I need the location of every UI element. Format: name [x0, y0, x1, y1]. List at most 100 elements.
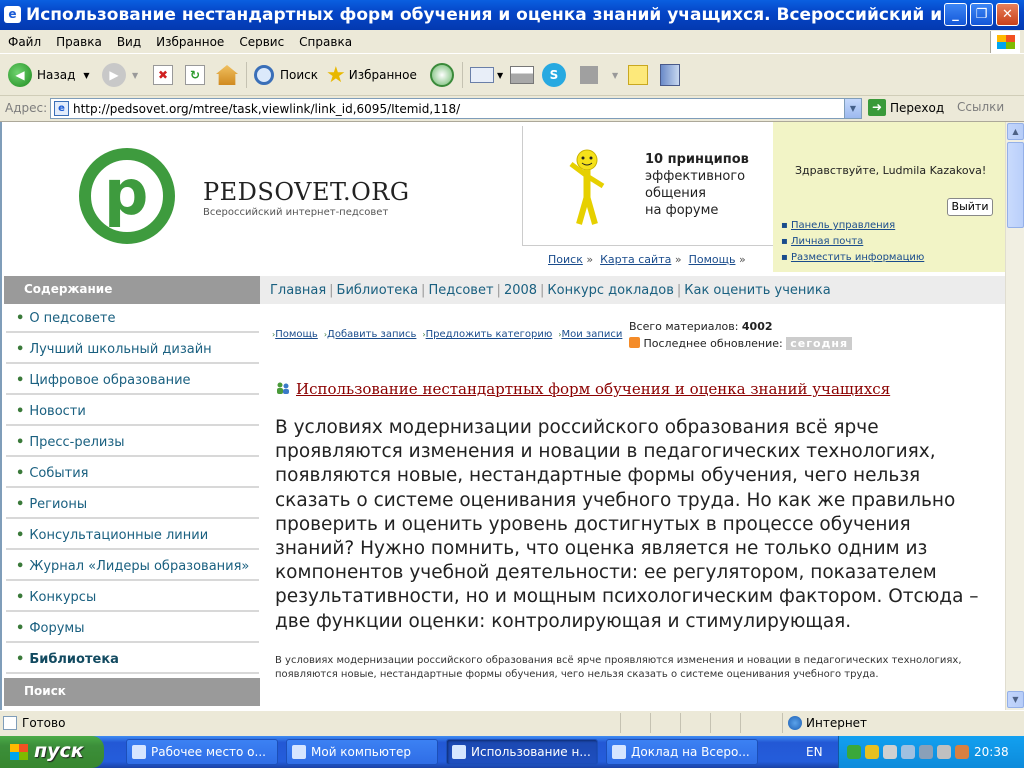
windows-logo-icon — [990, 31, 1020, 53]
close-button[interactable]: ✕ — [996, 3, 1019, 26]
start-button[interactable]: пуск — [0, 736, 104, 768]
tray-icon-1[interactable] — [847, 745, 861, 759]
tray-icon-3[interactable] — [883, 745, 897, 759]
go-arrow-icon: ➜ — [868, 99, 886, 116]
forward-button[interactable]: ▶ ▼ — [102, 62, 138, 88]
nav-item-library[interactable]: • Библиотека — [6, 645, 259, 674]
crumb-how-to-grade[interactable]: Как оценить ученика — [684, 283, 830, 298]
volume-icon[interactable] — [919, 745, 933, 759]
search-button[interactable]: Поиск — [254, 62, 318, 88]
users-icon — [277, 382, 289, 394]
crumb-pedsovet[interactable]: Педсовет — [428, 283, 493, 298]
nav-item-press-releases[interactable]: • Пресс-релизы — [6, 428, 259, 457]
menu-help[interactable]: Справка — [291, 30, 359, 49]
crumb-2008[interactable]: 2008 — [504, 283, 537, 298]
menu-edit[interactable]: Правка — [48, 30, 109, 49]
home-button[interactable] — [216, 62, 238, 88]
skype-button[interactable]: S — [542, 62, 566, 88]
menu-tools[interactable]: Сервис — [231, 30, 291, 49]
dropdown-icon[interactable]: ▼ — [83, 71, 89, 80]
sublink-add-entry[interactable]: Добавить запись — [327, 329, 416, 340]
nav-item-events[interactable]: • События — [6, 459, 259, 488]
address-input[interactable]: e http://pedsovet.org/mtree/task,viewlin… — [50, 98, 862, 119]
computer-icon — [292, 745, 306, 759]
nav-item-regions[interactable]: • Регионы — [6, 490, 259, 519]
edit-button[interactable]: ▼ — [580, 62, 618, 88]
address-dropdown-icon[interactable]: ▼ — [844, 99, 861, 118]
task-my-computer[interactable]: Мой компьютер — [286, 739, 438, 765]
nav-item-news[interactable]: • Новости — [6, 397, 259, 426]
notes-button[interactable] — [628, 62, 648, 88]
go-button[interactable]: ➜ Переход — [868, 99, 944, 116]
menu-file[interactable]: Файл — [0, 30, 48, 49]
sublink-help[interactable]: Помощь — [275, 329, 318, 340]
maximize-button[interactable]: ❐ — [970, 3, 993, 26]
account-link-mail[interactable]: ▪ Личная почта — [781, 236, 924, 247]
back-button[interactable]: ◀ Назад ▼ — [8, 62, 90, 88]
stop-button[interactable]: ✖ — [153, 62, 173, 88]
print-button[interactable] — [510, 62, 534, 88]
forum-promo-banner[interactable]: 10 принципов эффективного общения на фор… — [522, 126, 773, 246]
menu-bar: Файл Правка Вид Избранное Сервис Справка — [0, 30, 1024, 54]
nav-item-digital-education[interactable]: • Цифровое образование — [6, 366, 259, 395]
windows-flag-icon — [10, 744, 28, 760]
research-button[interactable] — [660, 62, 680, 88]
scroll-up-icon[interactable]: ▲ — [1007, 123, 1024, 140]
sublink-my-entries[interactable]: Мои записи — [561, 329, 622, 340]
nav-item-school-design[interactable]: • Лучший школьный дизайн — [6, 335, 259, 364]
skype-icon: S — [542, 63, 566, 87]
task-word-document[interactable]: Доклад на Всеро... — [606, 739, 758, 765]
toplink-search[interactable]: Поиск — [548, 253, 583, 266]
sublink-suggest-category[interactable]: Предложить категорию — [426, 329, 553, 340]
refresh-button[interactable]: ↻ — [185, 62, 205, 88]
nav-item-about[interactable]: • О педсовете — [6, 304, 259, 333]
dropdown-icon: ▼ — [132, 70, 139, 80]
nav-item-consulting[interactable]: • Консультационные линии — [6, 521, 259, 550]
scroll-thumb[interactable] — [1007, 142, 1024, 228]
links-button[interactable]: Ссылки — [957, 100, 1004, 114]
tray-icon-6[interactable] — [937, 745, 951, 759]
account-link-panel[interactable]: ▪ Панель управления — [781, 220, 924, 231]
clock: 20:38 — [974, 745, 1009, 759]
security-zone: Интернет — [806, 716, 868, 730]
logo-letter: p — [104, 156, 149, 229]
crumb-home[interactable]: Главная — [270, 283, 326, 298]
logout-button[interactable]: Выйти — [947, 198, 993, 216]
account-link-post[interactable]: ▪ Разместить информацию — [781, 252, 924, 263]
divider — [522, 245, 774, 246]
scroll-down-icon[interactable]: ▼ — [1007, 691, 1024, 708]
task-workplace[interactable]: Рабочее место о... — [126, 739, 278, 765]
nav-item-forums[interactable]: • Форумы — [6, 614, 259, 643]
vertical-scrollbar[interactable]: ▲ ▼ — [1005, 122, 1024, 710]
network-icon[interactable] — [901, 745, 915, 759]
nav-search-heading: Поиск — [4, 678, 260, 706]
site-name[interactable]: PEDSOVET.ORG — [203, 178, 409, 206]
article-lead-text: В условиях модернизации российского обра… — [275, 417, 979, 632]
folder-icon — [132, 745, 146, 759]
toplink-help[interactable]: Помощь — [689, 253, 736, 266]
crumb-library[interactable]: Библиотека — [337, 283, 419, 298]
shield-icon[interactable] — [865, 745, 879, 759]
language-indicator[interactable]: EN — [806, 745, 823, 759]
back-arrow-icon: ◀ — [8, 63, 32, 87]
title-bar[interactable]: e Использование нестандартных форм обуче… — [0, 0, 1024, 30]
article-title[interactable]: Использование нестандартных форм обучени… — [276, 380, 890, 398]
history-icon — [430, 63, 454, 87]
minimize-button[interactable]: _ — [944, 3, 967, 26]
search-icon — [254, 65, 274, 85]
task-browser-active[interactable]: Использование н... — [446, 739, 598, 765]
menu-favorites[interactable]: Избранное — [148, 30, 231, 49]
nav-item-contests[interactable]: • Конкурсы — [6, 583, 259, 612]
crumb-contest[interactable]: Конкурс докладов — [547, 283, 673, 298]
favorites-button[interactable]: ★ Избранное — [326, 62, 417, 88]
site-tagline: Всероссийский интернет-педсовет — [203, 207, 389, 218]
word-icon — [612, 745, 626, 759]
history-button[interactable] — [430, 62, 454, 88]
nav-item-journal[interactable]: • Журнал «Лидеры образования» — [6, 552, 259, 581]
toplink-sitemap[interactable]: Карта сайта — [600, 253, 671, 266]
menu-view[interactable]: Вид — [109, 30, 148, 49]
stop-icon: ✖ — [153, 65, 173, 85]
mail-button[interactable]: ▼ — [470, 62, 503, 88]
tray-icon-7[interactable] — [955, 745, 969, 759]
rss-icon[interactable] — [629, 337, 640, 348]
